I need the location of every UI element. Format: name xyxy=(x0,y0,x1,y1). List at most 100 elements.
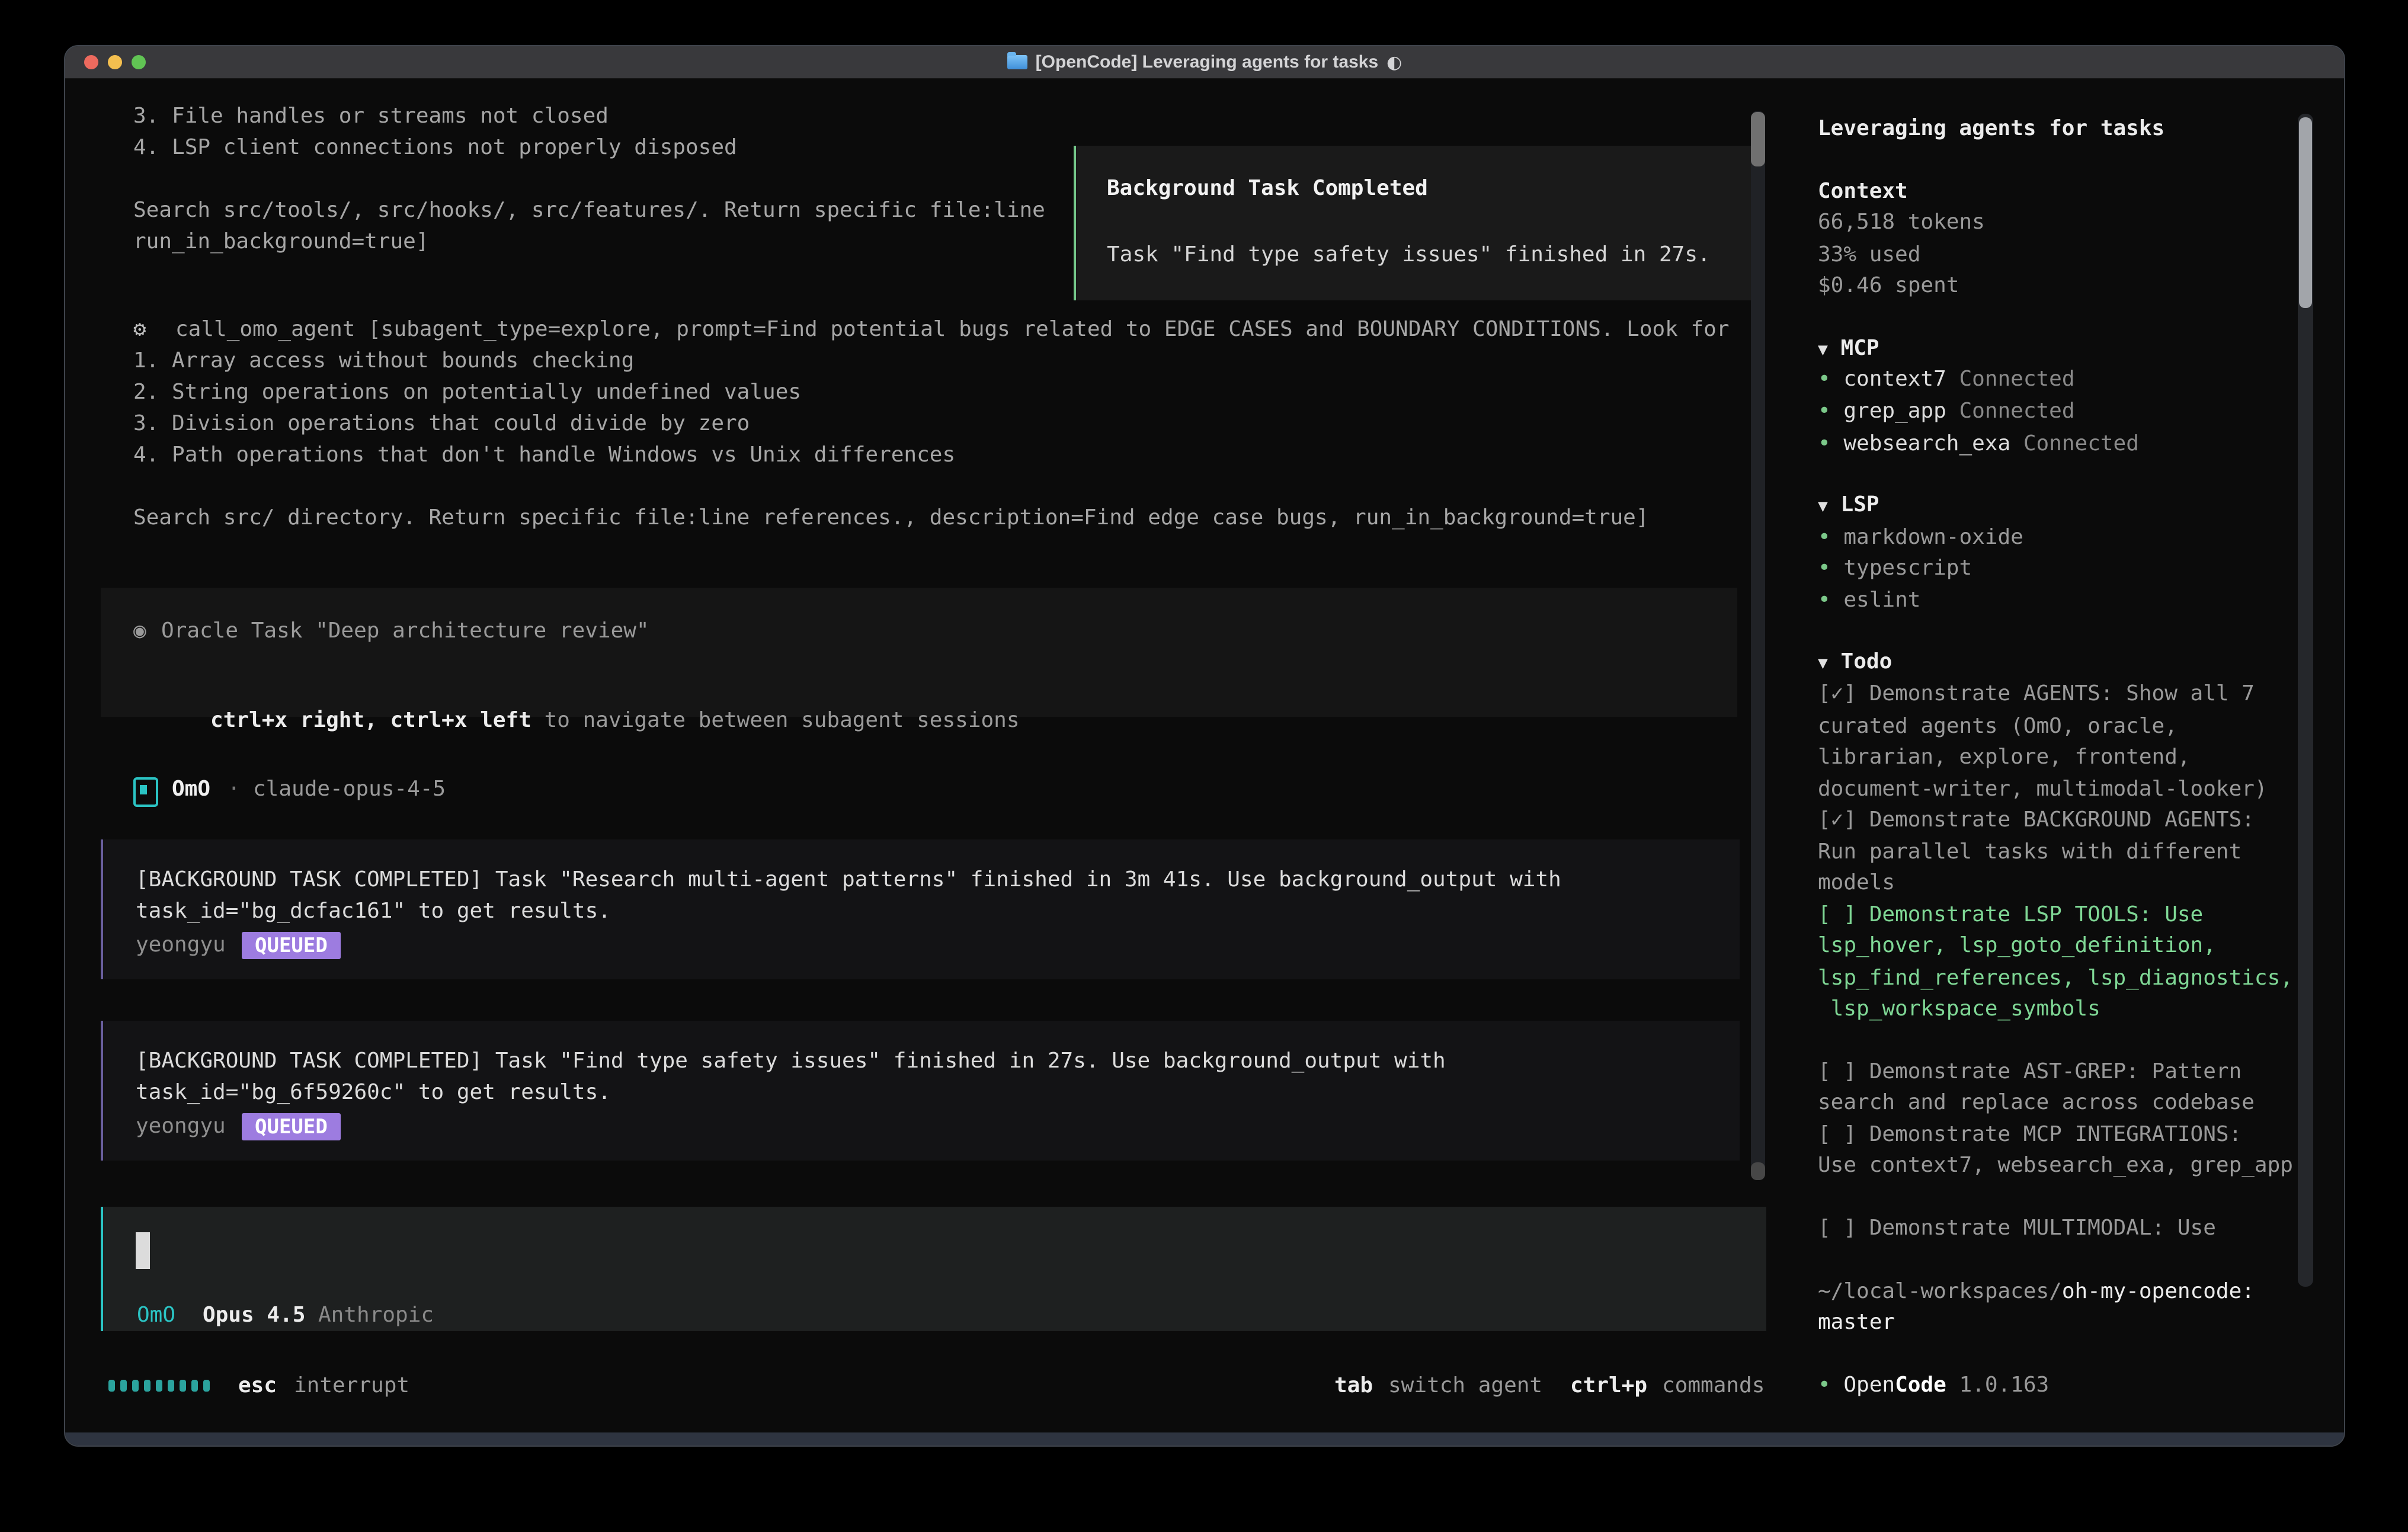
context-tokens: 66,518 tokens xyxy=(1818,209,1985,235)
mcp-status: Connected xyxy=(1959,367,2074,391)
terminal-line: 3. File handles or streams not closed xyxy=(133,103,609,129)
terminal-line: 1. Array access without bounds checking xyxy=(133,348,634,374)
terminal-line: Search src/tools/, src/hooks/, src/featu… xyxy=(133,197,1045,223)
screen: [OpenCode] Leveraging agents for tasks ◐… xyxy=(0,0,2408,1532)
task-user: yeongyu xyxy=(136,932,226,958)
terminal-line: 3. Division operations that could divide… xyxy=(133,411,750,437)
todo-section-header[interactable]: ▼ Todo xyxy=(1818,649,1892,676)
todo-line: librarian, explore, frontend, xyxy=(1818,744,2191,770)
esc-key[interactable]: esc xyxy=(238,1373,277,1399)
todo-line: curated agents (OmO, oracle, xyxy=(1818,713,2178,739)
chevron-down-icon: ▼ xyxy=(1818,339,1828,359)
ctrlp-key[interactable]: ctrl+p xyxy=(1570,1373,1647,1399)
input-provider-label: Anthropic xyxy=(318,1302,434,1328)
context-heading: Context xyxy=(1818,178,1908,204)
mcp-heading: MCP xyxy=(1841,336,1879,360)
tab-key[interactable]: tab xyxy=(1334,1373,1373,1399)
mcp-status: Connected xyxy=(2023,431,2139,456)
workspace-path-em: oh-my-opencode: xyxy=(2062,1279,2255,1303)
todo-line: [✓] Demonstrate BACKGROUND AGENTS: xyxy=(1818,807,2255,833)
terminal-line: Search src/ directory. Return specific f… xyxy=(133,505,1649,531)
spinner-dots xyxy=(108,1371,227,1400)
mcp-section-header[interactable]: ▼ MCP xyxy=(1818,335,1879,363)
input-model-label[interactable]: Opus 4.5 xyxy=(203,1302,305,1328)
workspace-path: ~/local-workspaces/oh-my-opencode: xyxy=(1818,1278,2255,1305)
folder-icon xyxy=(1007,55,1027,69)
agent-checkbox-icon xyxy=(133,777,158,807)
bullet-icon: • xyxy=(1818,556,1831,580)
zoom-button[interactable] xyxy=(132,55,146,69)
todo-line: [ ] Demonstrate MCP INTEGRATIONS: xyxy=(1818,1121,2242,1148)
task-message: [BACKGROUND TASK COMPLETED] Task "Resear… xyxy=(101,839,1740,979)
chevron-down-icon: ▼ xyxy=(1818,496,1828,515)
mcp-item: • grep_app Connected xyxy=(1818,398,2075,424)
mcp-item: • context7 Connected xyxy=(1818,366,2075,392)
todo-line: document-writer, multimodal-looker) xyxy=(1818,776,2268,802)
window-title: [OpenCode] Leveraging agents for tasks ◐ xyxy=(1007,52,1402,73)
todo-line-active: [ ] Demonstrate LSP TOOLS: Use xyxy=(1818,902,2203,928)
text-cursor xyxy=(136,1232,150,1269)
record-icon: ◉ xyxy=(133,618,146,644)
task-line2: task_id="bg_dcfac161" to get results. xyxy=(136,898,611,924)
todo-line: [ ] Demonstrate AST-GREP: Pattern xyxy=(1818,1059,2242,1085)
bullet-icon: • xyxy=(1818,431,1831,456)
lsp-name: markdown-oxide xyxy=(1843,525,2023,549)
lsp-item: • markdown-oxide xyxy=(1818,524,2023,550)
tool-call-line: call_omo_agent [subagent_type=explore, p… xyxy=(175,316,1730,342)
main-scrollbar-thumb-top[interactable] xyxy=(1751,112,1765,166)
version-number: 1.0.163 xyxy=(1959,1373,2049,1397)
session-title: Leveraging agents for tasks xyxy=(1818,116,2164,142)
version-line: • OpenCode 1.0.163 xyxy=(1818,1372,2049,1398)
close-button[interactable] xyxy=(84,55,98,69)
task-message: [BACKGROUND TASK COMPLETED] Task "Find t… xyxy=(101,1021,1740,1161)
toast-body: Task "Find type safety issues" finished … xyxy=(1107,242,1711,268)
terminal-line: 4. LSP client connections not properly d… xyxy=(133,134,737,161)
main-scrollbar-thumb-bottom[interactable] xyxy=(1751,1162,1765,1180)
main-scrollbar-track[interactable] xyxy=(1751,111,1765,1180)
context-used: 33% used xyxy=(1818,242,1920,268)
titlebar: [OpenCode] Leveraging agents for tasks ◐ xyxy=(65,46,2344,79)
esc-label: interrupt xyxy=(294,1373,409,1399)
bullet-icon: • xyxy=(1818,588,1831,612)
mcp-item: • websearch_exa Connected xyxy=(1818,431,2139,457)
mcp-name: context7 xyxy=(1843,367,1946,391)
bullet-icon: • xyxy=(1818,525,1831,549)
todo-line: models xyxy=(1818,870,1895,896)
lsp-section-header[interactable]: ▼ LSP xyxy=(1818,492,1879,519)
todo-line-active: lsp_hover, lsp_goto_definition, xyxy=(1818,932,2216,959)
todo-line: search and replace across codebase xyxy=(1818,1089,2255,1116)
ctrlp-label: commands xyxy=(1662,1373,1765,1399)
todo-line-active: lsp_find_references, lsp_diagnostics, xyxy=(1818,965,2293,991)
status-badge: QUEUED xyxy=(242,1113,341,1140)
window-bottom-edge xyxy=(65,1432,2344,1446)
workspace-branch: master xyxy=(1818,1309,1895,1335)
version-name-a: Open xyxy=(1843,1373,1895,1397)
todo-line-active: lsp_workspace_symbols xyxy=(1818,996,2100,1022)
prompt-input[interactable]: OmO Opus 4.5 Anthropic xyxy=(101,1207,1766,1331)
separator-dot: · xyxy=(228,776,241,802)
oracle-task-title: Oracle Task "Deep architecture review" xyxy=(161,618,649,644)
lsp-name: eslint xyxy=(1843,588,1920,612)
keybinding-hint: to navigate between subagent sessions xyxy=(531,708,1020,732)
lsp-item: • eslint xyxy=(1818,587,1920,613)
background-task-toast: Background Task Completed Task "Find typ… xyxy=(1074,146,1755,300)
keybinding-text: ctrl+x right, ctrl+x left xyxy=(210,708,531,732)
mcp-status: Connected xyxy=(1959,399,2074,423)
todo-line: Use context7, websearch_exa, grep_app xyxy=(1818,1152,2293,1178)
window-title-text: [OpenCode] Leveraging agents for tasks xyxy=(1036,52,1378,72)
terminal-line: 4. Path operations that don't handle Win… xyxy=(133,442,955,468)
half-moon-icon: ◐ xyxy=(1386,52,1402,73)
todo-line: Run parallel tasks with different xyxy=(1818,839,2242,865)
bullet-icon: • xyxy=(1818,367,1831,391)
sidebar-scrollbar-thumb[interactable] xyxy=(2299,117,2312,308)
workspace-path-dim: ~/local-workspaces/ xyxy=(1818,1279,2062,1303)
agent-model: claude-opus-4-5 xyxy=(253,776,446,802)
oracle-task-card: ◉ Oracle Task "Deep architecture review"… xyxy=(101,588,1737,717)
todo-heading: Todo xyxy=(1841,649,1893,674)
toast-title: Background Task Completed xyxy=(1107,175,1428,201)
todo-line: [✓] Demonstrate AGENTS: Show all 7 xyxy=(1818,681,2255,707)
todo-line: [ ] Demonstrate MULTIMODAL: Use xyxy=(1818,1215,2216,1241)
lsp-name: typescript xyxy=(1843,556,1972,580)
minimize-button[interactable] xyxy=(108,55,122,69)
context-spent: $0.46 spent xyxy=(1818,273,1959,299)
